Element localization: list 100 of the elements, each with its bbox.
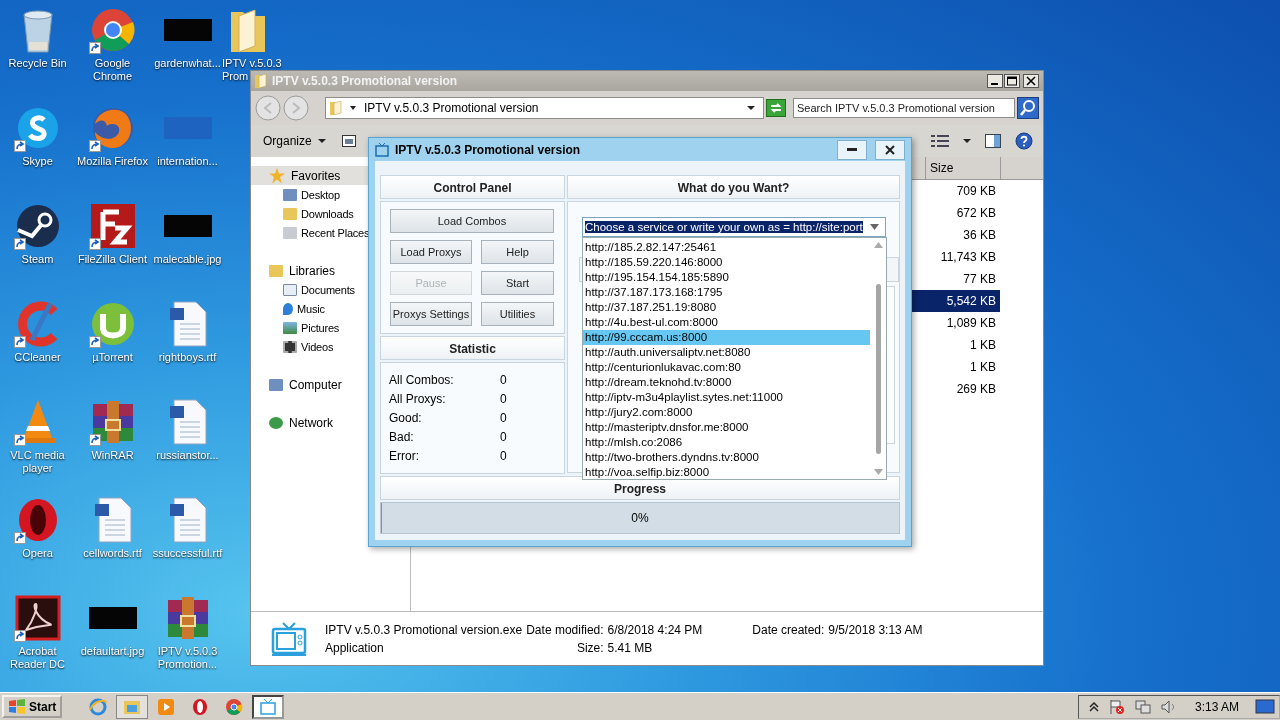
desktop-icon-label[interactable]: FileZilla Client xyxy=(75,253,150,266)
caret-icon xyxy=(350,105,356,111)
picture-icon xyxy=(283,321,297,334)
desktop-icon-label[interactable]: Prom xyxy=(222,70,249,83)
desktop-icon-label[interactable]: Mozilla Firefox xyxy=(75,155,150,168)
address-field[interactable]: IPTV v.5.0.3 Promotional version xyxy=(325,97,764,119)
stat-label: Good: xyxy=(389,410,423,425)
dropdown-option[interactable]: http://iptv-m3u4playlist.sytes.net:11000 xyxy=(583,390,870,405)
minimize-button[interactable] xyxy=(837,139,867,160)
detail-label: Date created: xyxy=(751,622,825,637)
dropdown-option[interactable]: http://centurionlukavac.com:80 xyxy=(583,360,870,375)
dropdown-option[interactable]: http://jury2.com:8000 xyxy=(583,405,870,420)
dropdown-option[interactable]: http://mlsh.co:2086 xyxy=(583,435,870,450)
dropdown-option[interactable]: http://185.59.220.146:8000 xyxy=(583,255,870,270)
panel-button[interactable]: Start xyxy=(481,271,554,295)
maximize-icon[interactable] xyxy=(1004,74,1020,88)
dropdown-option[interactable]: http://37.187.173.168:1795 xyxy=(583,285,870,300)
show-desktop-icon[interactable] xyxy=(1255,698,1275,715)
view-options-icon[interactable] xyxy=(931,134,949,148)
close-icon xyxy=(885,144,895,155)
film-icon xyxy=(283,340,297,353)
dropdown-option[interactable]: http://37.187.251.19:8080 xyxy=(583,300,870,315)
service-combo-box[interactable]: Choose a service or write your own as = http://site:port xyxy=(582,217,886,237)
folder-icon xyxy=(255,74,267,88)
tv-icon xyxy=(375,142,389,157)
stat-label: Error: xyxy=(389,448,420,463)
start-button[interactable]: Start xyxy=(2,695,63,718)
ftp-app-icon[interactable] xyxy=(88,202,137,250)
music-icon xyxy=(283,302,293,315)
folder-icon xyxy=(330,101,342,115)
desktop-icon-label[interactable]: malecable.jpg xyxy=(150,253,225,266)
volume-icon[interactable] xyxy=(1160,698,1177,715)
pdf-app-icon[interactable] xyxy=(13,594,62,642)
caret-icon xyxy=(317,138,326,144)
stat-label: Bad: xyxy=(389,429,415,444)
desktop-icon-label[interactable]: Google Chrome xyxy=(75,57,150,83)
detail-value: 9/5/2018 3:13 AM xyxy=(828,622,923,637)
dropdown-option[interactable]: http://99.cccam.us:8000 xyxy=(583,330,870,345)
help-icon[interactable] xyxy=(1015,132,1033,150)
dropdown-option[interactable]: http://4u.best-ul.com:8000 xyxy=(583,315,870,330)
detail-value: 6/8/2018 4:24 PM xyxy=(607,622,703,637)
dropdown-option[interactable]: http://185.2.82.147:25461 xyxy=(583,240,870,255)
desktop-icon-label[interactable]: Steam xyxy=(0,253,75,266)
monitor-icon xyxy=(269,378,283,391)
stat-value: 0 xyxy=(500,410,507,425)
section-header: Control Panel xyxy=(380,175,565,199)
stat-value: 0 xyxy=(500,372,507,387)
desktop-icon-label[interactable]: Skype xyxy=(0,155,75,168)
desktop-icon-label[interactable]: Recycle Bin xyxy=(0,57,75,70)
close-button[interactable] xyxy=(875,139,905,160)
dropdown-option[interactable]: http://masteriptv.dnsfor.me:8000 xyxy=(583,420,870,435)
taskbar-app-button[interactable] xyxy=(252,694,285,719)
dropdown-option[interactable]: http://dream.teknohd.tv:8000 xyxy=(583,375,870,390)
network-icon xyxy=(269,416,283,429)
close-icon[interactable] xyxy=(1023,74,1039,88)
open-with-icon[interactable] xyxy=(341,134,356,148)
stat-value: 0 xyxy=(500,448,507,463)
network-icon[interactable] xyxy=(1134,698,1151,715)
panel-button[interactable]: Load Proxys xyxy=(390,240,472,264)
progress-reading: 0% xyxy=(631,511,649,525)
doc-icon xyxy=(283,283,297,296)
refresh-icon[interactable] xyxy=(766,99,786,117)
panel-button[interactable]: Utilities xyxy=(481,302,554,326)
desktop-icon-label[interactable]: internation... xyxy=(150,155,225,168)
caret-icon[interactable] xyxy=(747,105,755,111)
search-icon[interactable] xyxy=(1017,97,1039,119)
windows-flag-icon xyxy=(8,698,26,715)
stat-value: 0 xyxy=(500,391,507,406)
detail-label: Date modified: xyxy=(526,622,604,637)
dropdown-option[interactable]: http://two-brothers.dyndns.tv:8000 xyxy=(583,450,870,465)
column-header[interactable]: Size xyxy=(925,157,1001,179)
panel-button[interactable]: Proxys Settings xyxy=(390,302,472,326)
clock[interactable]: 3:13 AM xyxy=(1194,699,1239,714)
dropdown-option[interactable]: http://195.154.154.185:5890 xyxy=(583,270,870,285)
tv-icon xyxy=(271,620,307,657)
section-header: Statistic xyxy=(380,336,565,360)
panel-button[interactable]: Help xyxy=(481,240,554,264)
stat-label: All Combos: xyxy=(389,372,455,387)
folder-icon xyxy=(283,207,297,220)
stat-label: All Proxys: xyxy=(389,391,447,406)
panel-button[interactable]: Load Combos xyxy=(390,209,554,233)
desktop-icon-label[interactable]: IPTV v.5.0.3 xyxy=(222,57,282,70)
minimize-icon[interactable] xyxy=(987,74,1003,88)
browser-icon xyxy=(224,696,245,717)
window-title: IPTV v.5.0.3 Promotional version xyxy=(272,74,459,88)
flag-error-icon[interactable] xyxy=(1108,698,1125,715)
chevron-up-icon[interactable] xyxy=(1088,701,1099,712)
browser-icon xyxy=(88,696,109,717)
organize-button[interactable]: Organize xyxy=(257,131,332,151)
folder-icon xyxy=(269,264,283,277)
minimize-icon xyxy=(847,148,857,151)
detail-label: Size: xyxy=(575,640,604,655)
file-size: 5,542 KB xyxy=(946,294,997,308)
preview-pane-icon[interactable] xyxy=(985,134,1001,148)
caret-icon xyxy=(870,224,879,230)
file-name: IPTV v.5.0.3 Promotional version.exe xyxy=(325,622,523,637)
search-field[interactable]: Search IPTV v.5.0.3 Promotional version xyxy=(793,98,1015,118)
caret-icon[interactable] xyxy=(963,138,971,144)
dropdown-option[interactable]: http://auth.universaliptv.net:8080 xyxy=(583,345,870,360)
monitor-icon xyxy=(283,188,297,201)
